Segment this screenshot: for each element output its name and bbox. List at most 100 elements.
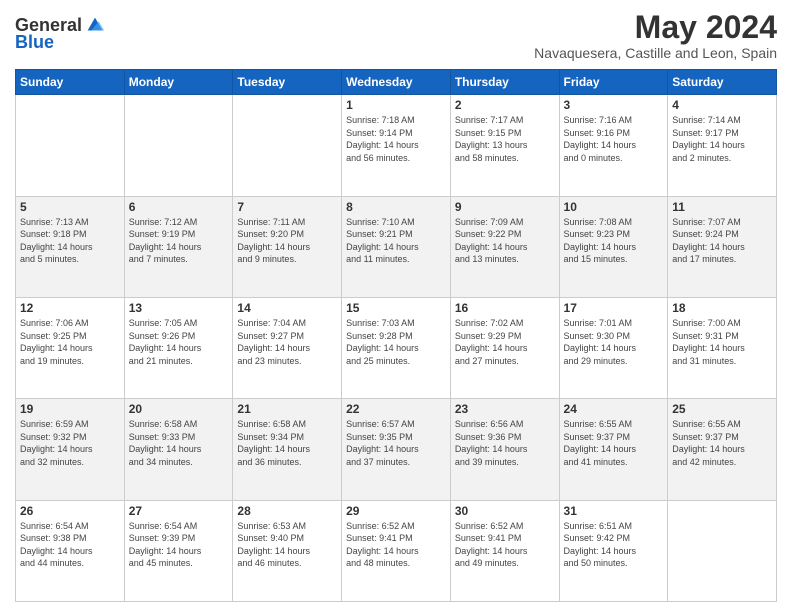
table-row: 1Sunrise: 7:18 AMSunset: 9:14 PMDaylight… xyxy=(342,95,451,196)
table-row: 15 Sunrise: 7:03 AMSunset: 9:28 PMDayligh… xyxy=(342,297,451,398)
day-number: 2 xyxy=(455,98,555,112)
day-info: Sunrise: 7:04 AMSunset: 9:27 PMDaylight:… xyxy=(237,317,337,367)
day-info: Sunrise: 6:55 AMSunset: 9:37 PMDaylight:… xyxy=(564,418,664,468)
day-number: 26 xyxy=(20,504,120,518)
calendar-week-4: 26 Sunrise: 6:54 AMSunset: 9:38 PMDayligh… xyxy=(16,500,777,601)
table-row: 31Sunrise: 6:51 AMSunset: 9:42 PMDayligh… xyxy=(559,500,668,601)
day-info: Sunrise: 7:01 AMSunset: 9:30 PMDaylight:… xyxy=(564,317,664,367)
col-friday: Friday xyxy=(559,70,668,95)
day-info: Sunrise: 7:08 AMSunset: 9:23 PMDaylight:… xyxy=(564,216,664,266)
day-info: Sunrise: 6:56 AMSunset: 9:36 PMDaylight:… xyxy=(455,418,555,468)
day-number: 14 xyxy=(237,301,337,315)
day-info: Sunrise: 6:53 AMSunset: 9:40 PMDaylight:… xyxy=(237,520,337,570)
day-number: 24 xyxy=(564,402,664,416)
day-info: Sunrise: 6:58 AMSunset: 9:33 PMDaylight:… xyxy=(129,418,229,468)
day-number: 27 xyxy=(129,504,229,518)
col-sunday: Sunday xyxy=(16,70,125,95)
table-row: 30 Sunrise: 6:52 AMSunset: 9:41 PMDayligh… xyxy=(450,500,559,601)
day-number: 1 xyxy=(346,98,446,112)
day-number: 6 xyxy=(129,200,229,214)
day-number: 5 xyxy=(20,200,120,214)
day-number: 23 xyxy=(455,402,555,416)
day-number: 22 xyxy=(346,402,446,416)
day-info: Sunrise: 7:00 AMSunset: 9:31 PMDaylight:… xyxy=(672,317,772,367)
table-row: 29 Sunrise: 6:52 AMSunset: 9:41 PMDayligh… xyxy=(342,500,451,601)
table-row: 10 Sunrise: 7:08 AMSunset: 9:23 PMDayligh… xyxy=(559,196,668,297)
day-info: Sunrise: 7:11 AMSunset: 9:20 PMDaylight:… xyxy=(237,216,337,266)
day-number: 29 xyxy=(346,504,446,518)
col-monday: Monday xyxy=(124,70,233,95)
day-number: 21 xyxy=(237,402,337,416)
day-number: 19 xyxy=(20,402,120,416)
month-title: May 2024 xyxy=(534,10,777,45)
calendar-week-0: 1Sunrise: 7:18 AMSunset: 9:14 PMDaylight… xyxy=(16,95,777,196)
table-row: 6 Sunrise: 7:12 AMSunset: 9:19 PMDaylight… xyxy=(124,196,233,297)
table-row xyxy=(668,500,777,601)
table-row: 9 Sunrise: 7:09 AMSunset: 9:22 PMDaylight… xyxy=(450,196,559,297)
day-number: 15 xyxy=(346,301,446,315)
day-number: 8 xyxy=(346,200,446,214)
location-title: Navaquesera, Castille and Leon, Spain xyxy=(534,45,777,61)
table-row: 19 Sunrise: 6:59 AMSunset: 9:32 PMDayligh… xyxy=(16,399,125,500)
day-number: 25 xyxy=(672,402,772,416)
title-section: May 2024 Navaquesera, Castille and Leon,… xyxy=(534,10,777,61)
day-info: Sunrise: 7:10 AMSunset: 9:21 PMDaylight:… xyxy=(346,216,446,266)
day-number: 31 xyxy=(564,504,664,518)
day-info: Sunrise: 7:06 AMSunset: 9:25 PMDaylight:… xyxy=(20,317,120,367)
table-row: 8 Sunrise: 7:10 AMSunset: 9:21 PMDaylight… xyxy=(342,196,451,297)
calendar-header-row: Sunday Monday Tuesday Wednesday Thursday… xyxy=(16,70,777,95)
day-number: 9 xyxy=(455,200,555,214)
day-info: Sunrise: 7:12 AMSunset: 9:19 PMDaylight:… xyxy=(129,216,229,266)
day-number: 12 xyxy=(20,301,120,315)
day-info: Sunrise: 7:02 AMSunset: 9:29 PMDaylight:… xyxy=(455,317,555,367)
logo: General Blue xyxy=(15,14,106,53)
table-row: 28 Sunrise: 6:53 AMSunset: 9:40 PMDayligh… xyxy=(233,500,342,601)
table-row: 23 Sunrise: 6:56 AMSunset: 9:36 PMDayligh… xyxy=(450,399,559,500)
day-info: Sunrise: 7:16 AMSunset: 9:16 PMDaylight:… xyxy=(564,114,664,164)
table-row: 17 Sunrise: 7:01 AMSunset: 9:30 PMDayligh… xyxy=(559,297,668,398)
table-row: 21 Sunrise: 6:58 AMSunset: 9:34 PMDayligh… xyxy=(233,399,342,500)
day-info: Sunrise: 6:52 AMSunset: 9:41 PMDaylight:… xyxy=(455,520,555,570)
day-info: Sunrise: 7:13 AMSunset: 9:18 PMDaylight:… xyxy=(20,216,120,266)
table-row: 7 Sunrise: 7:11 AMSunset: 9:20 PMDaylight… xyxy=(233,196,342,297)
table-row: 25Sunrise: 6:55 AMSunset: 9:37 PMDayligh… xyxy=(668,399,777,500)
day-number: 10 xyxy=(564,200,664,214)
day-info: Sunrise: 7:03 AMSunset: 9:28 PMDaylight:… xyxy=(346,317,446,367)
table-row: 4Sunrise: 7:14 AMSunset: 9:17 PMDaylight… xyxy=(668,95,777,196)
col-wednesday: Wednesday xyxy=(342,70,451,95)
table-row: 5 Sunrise: 7:13 AMSunset: 9:18 PMDaylight… xyxy=(16,196,125,297)
day-number: 11 xyxy=(672,200,772,214)
day-info: Sunrise: 7:05 AMSunset: 9:26 PMDaylight:… xyxy=(129,317,229,367)
day-number: 16 xyxy=(455,301,555,315)
table-row: 24 Sunrise: 6:55 AMSunset: 9:37 PMDayligh… xyxy=(559,399,668,500)
day-number: 30 xyxy=(455,504,555,518)
calendar-week-3: 19 Sunrise: 6:59 AMSunset: 9:32 PMDayligh… xyxy=(16,399,777,500)
day-number: 20 xyxy=(129,402,229,416)
table-row: 11Sunrise: 7:07 AMSunset: 9:24 PMDayligh… xyxy=(668,196,777,297)
day-number: 13 xyxy=(129,301,229,315)
table-row: 18Sunrise: 7:00 AMSunset: 9:31 PMDayligh… xyxy=(668,297,777,398)
col-tuesday: Tuesday xyxy=(233,70,342,95)
day-info: Sunrise: 7:17 AMSunset: 9:15 PMDaylight:… xyxy=(455,114,555,164)
day-info: Sunrise: 6:52 AMSunset: 9:41 PMDaylight:… xyxy=(346,520,446,570)
table-row: 13 Sunrise: 7:05 AMSunset: 9:26 PMDayligh… xyxy=(124,297,233,398)
day-info: Sunrise: 6:58 AMSunset: 9:34 PMDaylight:… xyxy=(237,418,337,468)
day-number: 4 xyxy=(672,98,772,112)
day-info: Sunrise: 7:09 AMSunset: 9:22 PMDaylight:… xyxy=(455,216,555,266)
day-info: Sunrise: 6:59 AMSunset: 9:32 PMDaylight:… xyxy=(20,418,120,468)
col-thursday: Thursday xyxy=(450,70,559,95)
table-row: 14 Sunrise: 7:04 AMSunset: 9:27 PMDayligh… xyxy=(233,297,342,398)
day-number: 28 xyxy=(237,504,337,518)
table-row: 27Sunrise: 6:54 AMSunset: 9:39 PMDayligh… xyxy=(124,500,233,601)
calendar-table: Sunday Monday Tuesday Wednesday Thursday… xyxy=(15,69,777,602)
logo-blue-text: Blue xyxy=(15,32,54,53)
day-number: 17 xyxy=(564,301,664,315)
logo-icon xyxy=(84,14,106,36)
header: General Blue May 2024 Navaquesera, Casti… xyxy=(15,10,777,61)
day-info: Sunrise: 6:54 AMSunset: 9:38 PMDaylight:… xyxy=(20,520,120,570)
day-number: 3 xyxy=(564,98,664,112)
table-row: 12 Sunrise: 7:06 AMSunset: 9:25 PMDayligh… xyxy=(16,297,125,398)
table-row xyxy=(233,95,342,196)
day-number: 7 xyxy=(237,200,337,214)
table-row: 2 Sunrise: 7:17 AMSunset: 9:15 PMDaylight… xyxy=(450,95,559,196)
